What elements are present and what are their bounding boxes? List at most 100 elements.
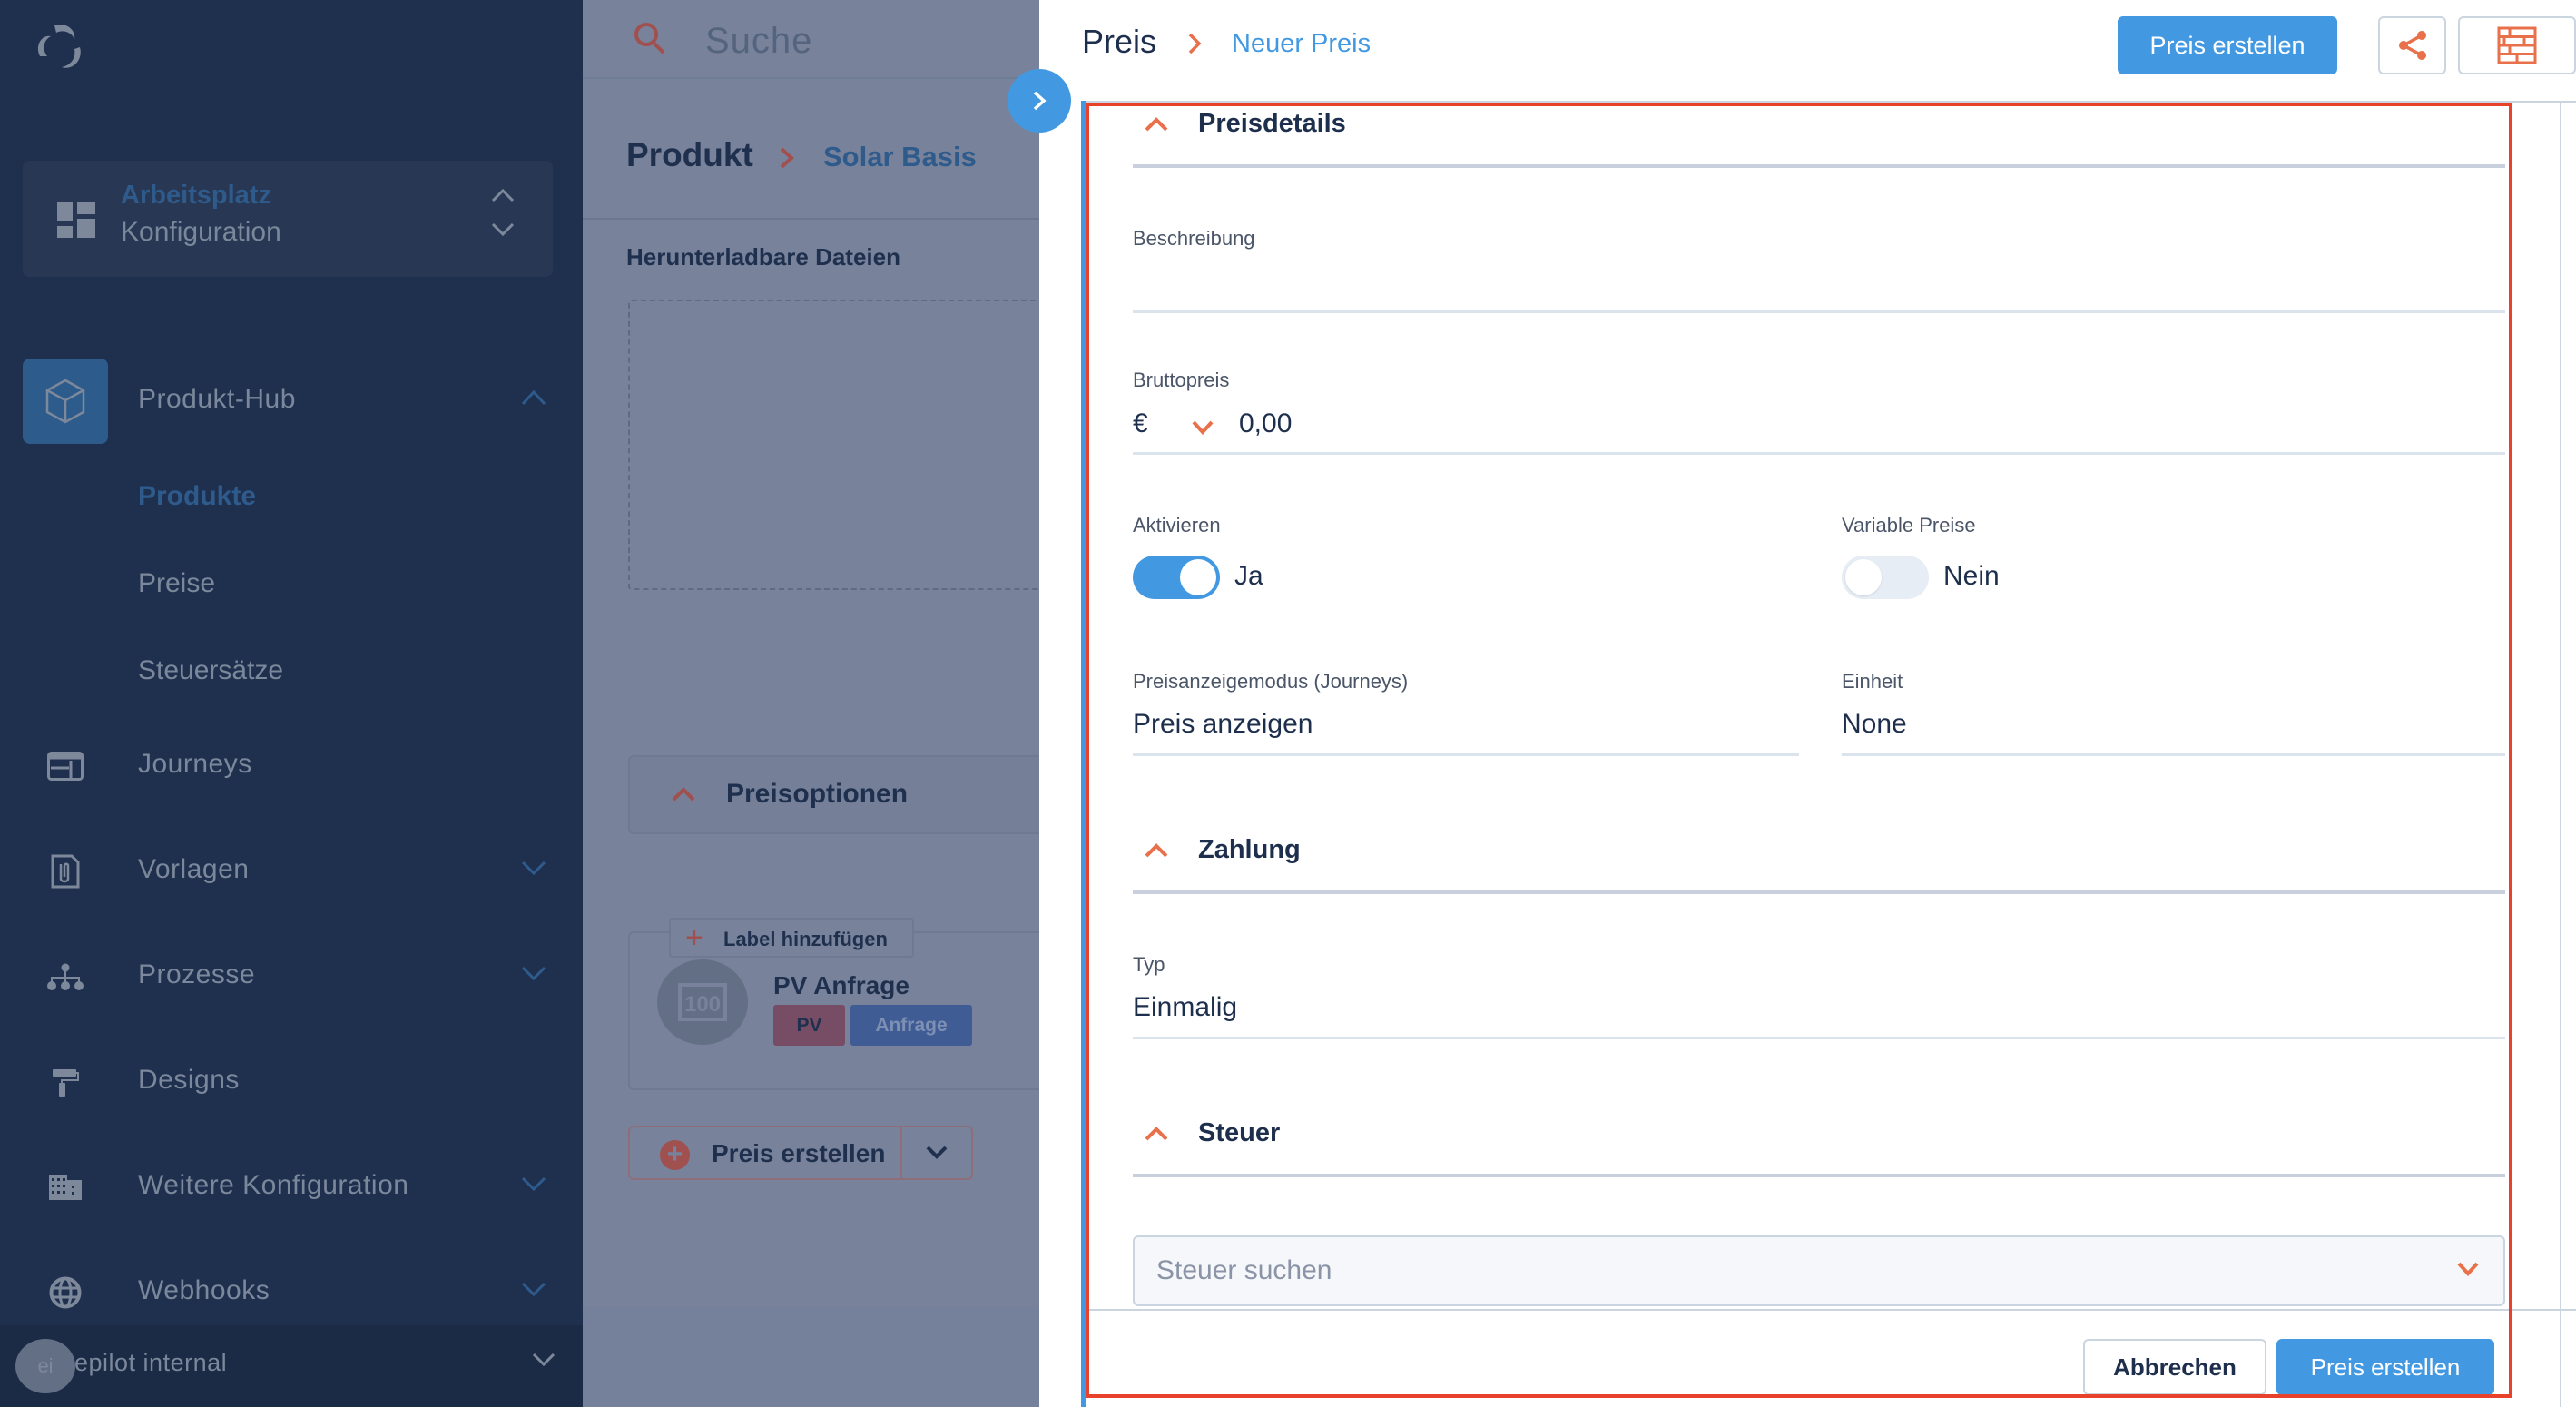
chevron-up-icon[interactable]	[521, 389, 546, 406]
drawer-breadcrumb-root: Preis	[1082, 23, 1157, 60]
search-bar[interactable]: Suche	[583, 0, 1039, 79]
toggle-knob	[1845, 559, 1882, 595]
activate-toggle[interactable]	[1133, 556, 1220, 599]
currency-select[interactable]: €	[1133, 408, 1148, 439]
sidebar-item-label: Webhooks	[138, 1275, 270, 1305]
create-price-split-button[interactable]: + Preis erstellen	[628, 1126, 973, 1180]
type-select[interactable]: Einmalig	[1133, 992, 1237, 1023]
tax-search-placeholder: Steuer suchen	[1156, 1255, 1332, 1285]
chevron-down-icon[interactable]	[491, 222, 515, 237]
chevron-down-icon[interactable]	[521, 965, 546, 981]
svg-text:100: 100	[684, 992, 721, 1017]
sidebar-subitem-preise[interactable]: Preise	[138, 568, 215, 599]
tag-pv: PV	[773, 1005, 845, 1046]
breadcrumb-current[interactable]: Solar Basis	[823, 141, 977, 173]
share-icon	[2398, 31, 2426, 60]
sidebar-item-journeys[interactable]: Journeys	[0, 723, 583, 811]
cube-icon	[45, 379, 85, 424]
user-menu[interactable]: ei epilot internal	[0, 1325, 583, 1407]
sidebar-subitem-produkte[interactable]: Produkte	[138, 481, 256, 512]
chevron-up-icon	[1145, 843, 1168, 858]
drawer-breadcrumb-current[interactable]: Neuer Preis	[1232, 29, 1371, 59]
type-label: Typ	[1133, 953, 1165, 976]
sidebar-item-weitere-konfiguration[interactable]: Weitere Konfiguration	[0, 1145, 583, 1232]
breadcrumb-root[interactable]: Produkt	[626, 136, 753, 174]
add-label-button[interactable]: + Label hinzufügen	[669, 918, 914, 958]
display-mode-select[interactable]: Preis anzeigen	[1133, 709, 1313, 740]
drawer-left-accent	[1081, 101, 1086, 1407]
activate-label: Aktivieren	[1133, 514, 1221, 536]
avatar: ei	[15, 1339, 75, 1393]
chevron-right-icon	[1188, 33, 1202, 54]
dashboard-icon	[57, 202, 95, 238]
chevron-down-icon[interactable]	[521, 1281, 546, 1297]
sidebar-item-prozesse[interactable]: Prozesse	[0, 934, 583, 1021]
cancel-button[interactable]: Abbrechen	[2083, 1339, 2266, 1395]
chevron-down-icon	[2457, 1262, 2479, 1276]
variable-price-label: Variable Preise	[1842, 514, 1976, 536]
chevron-up-icon[interactable]	[491, 188, 515, 202]
chevron-down-icon[interactable]	[1191, 419, 1214, 436]
epilot-logo-icon[interactable]	[29, 20, 87, 74]
sidebar-item-label: Designs	[138, 1065, 240, 1095]
create-price-label: Preis erstellen	[712, 1139, 886, 1167]
divider	[1082, 101, 2576, 103]
share-button[interactable]	[2378, 16, 2446, 74]
section-divider	[1133, 890, 2505, 894]
sidebar-item-label: Prozesse	[138, 959, 256, 989]
field-underline	[1133, 1037, 2505, 1039]
toggle-knob	[1180, 559, 1216, 595]
sidebar-item-label: Produkt-Hub	[138, 384, 296, 414]
building-icon	[49, 1175, 82, 1200]
sidebar-subitem-steuersaetze[interactable]: Steuersätze	[138, 655, 283, 686]
activate-value: Ja	[1234, 561, 1263, 591]
paperclip-file-icon	[51, 854, 80, 889]
chevron-down-icon[interactable]	[521, 1176, 546, 1192]
create-price-button-top[interactable]: Preis erstellen	[2118, 16, 2337, 74]
field-underline	[1133, 753, 1799, 756]
chevron-down-icon[interactable]	[532, 1353, 556, 1367]
icon-box	[23, 1039, 108, 1125]
paint-roller-icon	[53, 1069, 79, 1097]
sidebar-item-designs[interactable]: Designs	[0, 1039, 583, 1127]
footer-band	[583, 1307, 1039, 1407]
plus-icon: +	[685, 920, 703, 955]
workspace-switcher[interactable]: Arbeitsplatz Konfiguration	[23, 161, 553, 277]
sidebar-item-produkt-hub[interactable]: Produkt-Hub	[0, 359, 583, 446]
chevron-up-icon	[672, 787, 695, 802]
description-input[interactable]	[1133, 263, 2505, 309]
variable-price-value: Nein	[1943, 561, 2000, 591]
globe-icon	[49, 1276, 82, 1309]
search-icon	[634, 23, 665, 54]
scrollbar-track[interactable]	[2560, 101, 2561, 1407]
search-input[interactable]: Suche	[705, 21, 812, 62]
price-wall-button[interactable]	[2458, 16, 2576, 74]
workspace-title: Arbeitsplatz	[121, 181, 271, 210]
sidebar-item-webhooks[interactable]: Webhooks	[0, 1250, 583, 1337]
unit-select[interactable]: None	[1842, 709, 1907, 740]
description-label: Beschreibung	[1133, 227, 1255, 250]
sidebar: Arbeitsplatz Konfiguration Produkt-Hub P…	[0, 0, 583, 1407]
section-divider	[1133, 1174, 2505, 1177]
field-underline	[1133, 310, 2505, 313]
chevron-down-icon[interactable]	[521, 860, 546, 876]
footer-divider	[1086, 1309, 2576, 1311]
collapse-drawer-button[interactable]	[1008, 69, 1071, 133]
user-name: epilot internal	[74, 1349, 228, 1376]
field-underline	[1133, 452, 2505, 455]
sidebar-item-label: Vorlagen	[138, 854, 250, 884]
divider	[583, 218, 1039, 220]
browser-window-icon	[47, 752, 84, 781]
divider	[900, 1127, 902, 1178]
file-dropzone[interactable]	[628, 300, 1039, 590]
section-divider	[1133, 164, 2505, 168]
files-section-title: Herunterladbare Dateien	[626, 243, 900, 271]
icon-box	[23, 1145, 108, 1230]
price-options-header[interactable]: Preisoptionen	[628, 755, 1039, 834]
tax-search-select[interactable]: Steuer suchen	[1133, 1235, 2505, 1306]
gross-price-input[interactable]: 0,00	[1239, 408, 1292, 439]
create-price-submit-button[interactable]: Preis erstellen	[2276, 1339, 2494, 1395]
chevron-down-icon[interactable]	[925, 1144, 949, 1160]
variable-price-toggle[interactable]	[1842, 556, 1929, 599]
sidebar-item-vorlagen[interactable]: Vorlagen	[0, 829, 583, 916]
